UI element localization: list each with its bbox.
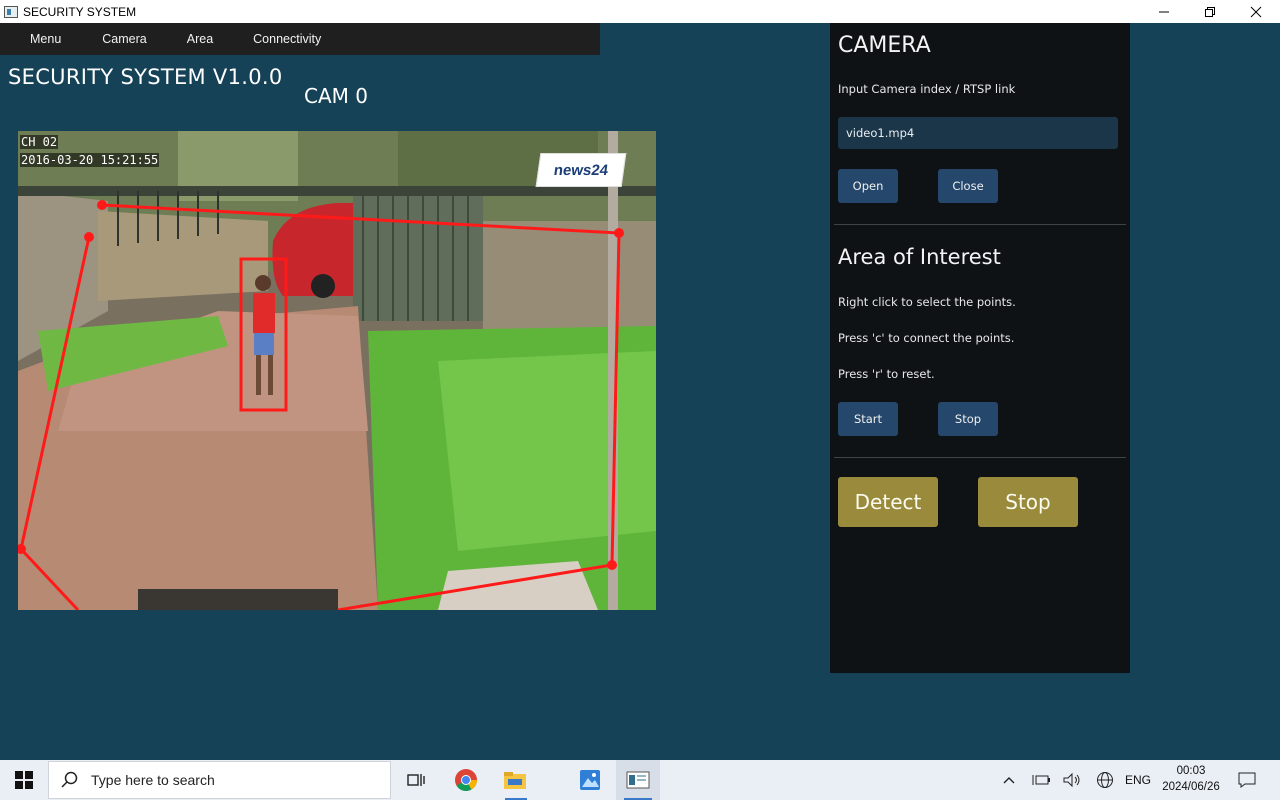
volume-icon <box>1063 773 1080 787</box>
menu-item-area[interactable]: Area <box>167 32 233 46</box>
security-app-taskbar-button[interactable] <box>616 760 660 800</box>
menu-item-menu[interactable]: Menu <box>0 32 81 46</box>
restore-button[interactable] <box>1187 0 1233 23</box>
clock-time: 00:03 <box>1176 765 1206 777</box>
clock-date: 2024/06/26 <box>1162 781 1220 793</box>
close-icon <box>1250 6 1262 17</box>
taskbar: Type here to search ENG 00:03 2024/06/26 <box>0 760 1280 800</box>
app-icon <box>4 5 18 18</box>
start-button[interactable] <box>0 760 48 800</box>
aoi-start-button[interactable]: Start <box>838 402 898 436</box>
title-bar: SECURITY SYSTEM <box>0 0 1280 23</box>
language-label: ENG <box>1124 773 1151 787</box>
search-placeholder: Type here to search <box>91 772 215 788</box>
aoi-instruction-2: Press 'c' to connect the points. <box>838 331 1015 345</box>
camera-source-input[interactable] <box>838 117 1118 149</box>
battery-icon <box>1032 775 1050 785</box>
close-window-button[interactable] <box>1233 0 1279 23</box>
volume-button[interactable] <box>1059 760 1085 800</box>
aoi-instruction-1: Right click to select the points. <box>838 295 1016 309</box>
chevron-up-icon <box>1003 777 1015 784</box>
globe-icon <box>1097 772 1113 788</box>
menu-item-camera[interactable]: Camera <box>81 32 166 46</box>
battery-button[interactable] <box>1028 760 1054 800</box>
chrome-taskbar-button[interactable] <box>445 760 487 800</box>
restore-icon <box>1205 6 1215 17</box>
task-view-icon <box>407 774 425 786</box>
file-explorer-icon <box>504 772 526 789</box>
camera-label: CAM 0 <box>304 84 368 108</box>
control-panel: CAMERA Input Camera index / RTSP link Op… <box>830 23 1130 673</box>
windows-start-icon <box>15 771 33 789</box>
photos-icon <box>580 770 600 790</box>
detect-stop-button[interactable]: Stop <box>978 477 1078 527</box>
aoi-heading: Area of Interest <box>838 245 1001 269</box>
file-explorer-taskbar-button[interactable] <box>494 760 536 800</box>
show-hidden-icons-button[interactable] <box>996 760 1022 800</box>
menu-bar: Menu Camera Area Connectivity <box>0 23 600 55</box>
camera-heading: CAMERA <box>838 33 931 58</box>
language-indicator[interactable]: ENG <box>1122 760 1154 800</box>
watermark-text: news24 <box>552 161 610 179</box>
open-camera-button[interactable]: Open <box>838 169 898 203</box>
taskbar-clock[interactable]: 00:03 2024/06/26 <box>1160 763 1222 795</box>
photos-taskbar-button[interactable] <box>568 760 612 800</box>
notification-center-button[interactable] <box>1234 760 1260 800</box>
detect-button[interactable]: Detect <box>838 477 938 527</box>
osd-timestamp: 2016-03-20 15:21:55 <box>20 153 160 167</box>
chrome-icon <box>455 769 477 791</box>
aoi-stop-button[interactable]: Stop <box>938 402 998 436</box>
window-title: SECURITY SYSTEM <box>23 4 137 19</box>
camera-feed[interactable]: CH 02 2016-03-20 15:21:55 news24 <box>18 131 656 610</box>
network-button[interactable] <box>1092 760 1118 800</box>
taskbar-search[interactable]: Type here to search <box>48 761 391 799</box>
osd-channel: CH 02 <box>20 135 59 149</box>
task-view-button[interactable] <box>395 760 437 800</box>
search-icon <box>61 771 78 788</box>
camera-frame-image <box>18 131 656 610</box>
divider <box>834 224 1126 225</box>
minimize-button[interactable] <box>1141 0 1187 23</box>
news24-logo: news24 <box>535 153 627 187</box>
security-app-icon <box>626 771 650 789</box>
camera-input-label: Input Camera index / RTSP link <box>838 82 1016 96</box>
aoi-instruction-3: Press 'r' to reset. <box>838 367 935 381</box>
notification-icon <box>1238 772 1256 788</box>
divider <box>834 457 1126 458</box>
menu-item-connectivity[interactable]: Connectivity <box>233 32 341 46</box>
close-camera-button[interactable]: Close <box>938 169 998 203</box>
app-title: SECURITY SYSTEM V1.0.0 <box>8 65 283 89</box>
minimize-icon <box>1159 11 1169 12</box>
